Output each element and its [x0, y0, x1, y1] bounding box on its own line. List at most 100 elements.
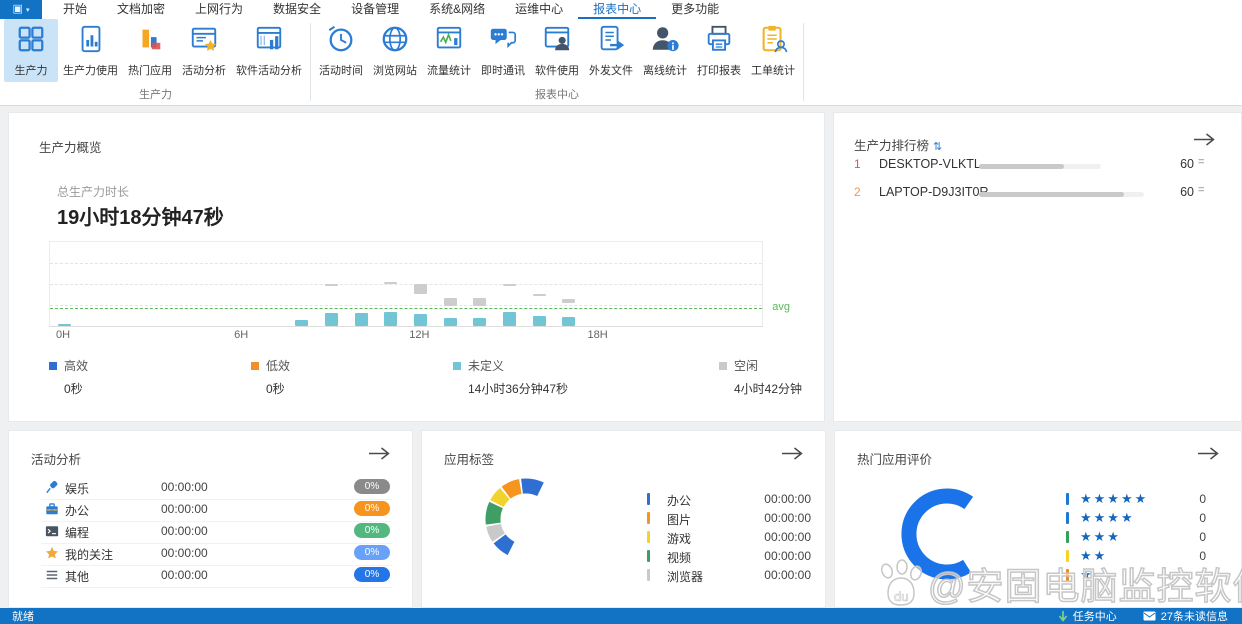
- chart-bar-空闲: [444, 298, 457, 306]
- status-ready-text: 就绪: [12, 608, 34, 624]
- ribbon-button-label: 软件使用: [535, 62, 579, 78]
- total-productivity-label: 总生产力时长: [57, 183, 129, 200]
- activity-row-我的关注[interactable]: 我的关注00:00:000%: [41, 543, 392, 566]
- rating-tick: [1066, 531, 1069, 543]
- device-name: DESKTOP-VLKTL...: [879, 157, 991, 171]
- menu-bar: ▣ ▾ 开始文档加密上网行为数据安全设备管理系统&网络运维中心报表中心更多功能: [0, 0, 1242, 19]
- star-icons: ★★★★: [1080, 510, 1135, 526]
- ribbon-group-label: 生产力: [4, 86, 307, 105]
- menu-tab-设备管理[interactable]: 设备管理: [336, 0, 414, 19]
- sort-icon[interactable]: ⇅: [933, 141, 942, 153]
- tag-legend-row-办公[interactable]: 办公00:00:00: [647, 491, 812, 507]
- task-center-button[interactable]: 任务中心: [1058, 608, 1117, 624]
- rating-tick: [1066, 569, 1069, 581]
- rating-row-2-stars[interactable]: ★★0: [1066, 548, 1211, 564]
- chart-bar-未定义: [384, 312, 397, 326]
- tag-legend-row-游戏[interactable]: 游戏00:00:00: [647, 529, 812, 545]
- rank-bar-fill: [979, 164, 1064, 169]
- tag-legend-row-浏览器[interactable]: 浏览器00:00:00: [647, 567, 812, 583]
- activity-label: 编程: [65, 524, 89, 541]
- rating-count: 0: [1184, 511, 1206, 525]
- chart-bar-空闲: [414, 284, 427, 294]
- legend-tick: [647, 550, 650, 562]
- ranking-row-LAPTOP-D9J3IT0R[interactable]: 2LAPTOP-D9J3IT0R60=: [834, 185, 1241, 207]
- ribbon-button-生产力使用[interactable]: 生产力使用: [58, 19, 123, 82]
- tag-time: 00:00:00: [747, 549, 811, 563]
- traffic-chart-icon: [434, 24, 464, 59]
- ranking-row-DESKTOP-VLKTL...[interactable]: 1DESKTOP-VLKTL...60=: [834, 157, 1241, 179]
- activity-time: 00:00:00: [161, 546, 208, 560]
- menu-tab-开始[interactable]: 开始: [48, 0, 102, 19]
- gridline: [50, 263, 762, 264]
- tag-legend-row-图片[interactable]: 图片00:00:00: [647, 510, 812, 526]
- ribbon-button-即时通讯[interactable]: 即时通讯: [476, 19, 530, 82]
- legend-value: 0秒: [266, 380, 290, 397]
- app-menu-button[interactable]: ▣ ▾: [0, 0, 42, 19]
- chart-bar-空闲: [325, 284, 338, 286]
- menu-tab-报表中心[interactable]: 报表中心: [578, 0, 656, 19]
- productivity-bar-chart: avg: [49, 241, 763, 327]
- legend-swatch: [719, 362, 727, 370]
- task-center-label: 任务中心: [1073, 608, 1117, 624]
- ribbon-button-流量统计[interactable]: 流量统计: [422, 19, 476, 82]
- ribbon-button-软件活动分析[interactable]: 软件活动分析: [231, 19, 307, 82]
- donut-segment-视频: [493, 505, 496, 523]
- legend-swatch: [49, 362, 57, 370]
- donut-segment-游戏: [497, 494, 505, 504]
- ribbon-button-工单统计[interactable]: 工单统计: [746, 19, 800, 82]
- ribbon-button-外发文件[interactable]: 外发文件: [584, 19, 638, 82]
- rating-row-5-stars[interactable]: ★★★★★0: [1066, 491, 1211, 507]
- menu-tab-运维中心[interactable]: 运维中心: [500, 0, 578, 19]
- chart-bar-未定义: [533, 316, 546, 326]
- menu-tab-系统&网络[interactable]: 系统&网络: [414, 0, 500, 19]
- unread-messages-button[interactable]: 27条未读信息: [1143, 608, 1228, 624]
- ribbon-button-热门应用[interactable]: 热门应用: [123, 19, 177, 82]
- chart-bar-未定义: [355, 313, 368, 326]
- chart-bar-未定义: [414, 314, 427, 326]
- ribbon-button-label: 浏览网站: [373, 62, 417, 78]
- panel-title-text: 生产力排行榜: [854, 139, 929, 153]
- activity-row-办公[interactable]: 办公00:00:000%: [41, 499, 392, 522]
- activity-percent-badge: 0%: [354, 523, 390, 538]
- panel-hot-app-ratings: 热门应用评价 ★★★★★0★★★★0★★★0★★0★: [834, 430, 1242, 608]
- ribbon-button-浏览网站[interactable]: 浏览网站: [368, 19, 422, 82]
- activity-row-娱乐[interactable]: 娱乐00:00:000%: [41, 477, 392, 500]
- rating-row-1-stars[interactable]: ★: [1066, 567, 1211, 583]
- rating-row-3-stars[interactable]: ★★★0: [1066, 529, 1211, 545]
- ribbon-button-离线统计[interactable]: 离线统计: [638, 19, 692, 82]
- ribbon-button-活动时间[interactable]: 活动时间: [314, 19, 368, 82]
- open-panel-arrow-icon[interactable]: [1193, 133, 1215, 151]
- rating-row-4-stars[interactable]: ★★★★ 0: [1066, 510, 1211, 526]
- ribbon-button-打印报表[interactable]: 打印报表: [692, 19, 746, 82]
- ribbon-group: 生产力生产力使用热门应用活动分析软件活动分析生产力: [4, 19, 307, 105]
- ribbon-button-软件使用[interactable]: 软件使用: [530, 19, 584, 82]
- panel-productivity-overview: 生产力概览 总生产力时长 19小时18分钟47秒 avg 0H6H12H18H …: [8, 112, 825, 422]
- legend-swatch: [251, 362, 259, 370]
- donut-segment-办公2: [500, 539, 511, 549]
- menu-tab-上网行为[interactable]: 上网行为: [180, 0, 258, 19]
- ribbon-button-label: 生产力使用: [63, 62, 118, 78]
- activity-row-编程[interactable]: 编程00:00:000%: [41, 521, 392, 544]
- donut-segment-图片: [506, 487, 520, 493]
- chart-bar-未定义: [58, 324, 71, 326]
- rank-bar-fill: [979, 192, 1124, 197]
- open-panel-arrow-icon[interactable]: [368, 447, 390, 465]
- ribbon-group-label: 报表中心: [314, 86, 800, 105]
- rating-tick: [1066, 493, 1069, 505]
- tag-label: 游戏: [667, 530, 691, 547]
- ribbon-button-生产力[interactable]: 生产力: [4, 19, 58, 82]
- menu-tab-文档加密[interactable]: 文档加密: [102, 0, 180, 19]
- menu-tab-数据安全[interactable]: 数据安全: [258, 0, 336, 19]
- chart-bar-未定义: [325, 313, 338, 326]
- microphone-icon: [45, 480, 59, 499]
- activity-time: 00:00:00: [161, 480, 208, 494]
- rank-value: 60: [1159, 157, 1194, 171]
- legend-tick: [647, 569, 650, 581]
- trend-flat-icon: =: [1198, 156, 1204, 168]
- menu-tab-更多功能[interactable]: 更多功能: [656, 0, 734, 19]
- ribbon-button-活动分析[interactable]: 活动分析: [177, 19, 231, 82]
- star-icons: ★★★★★: [1080, 491, 1148, 507]
- activity-row-其他[interactable]: 其他00:00:000%: [41, 565, 392, 588]
- tag-legend-row-视频[interactable]: 视频00:00:00: [647, 548, 812, 564]
- ribbon-button-label: 生产力: [15, 62, 48, 78]
